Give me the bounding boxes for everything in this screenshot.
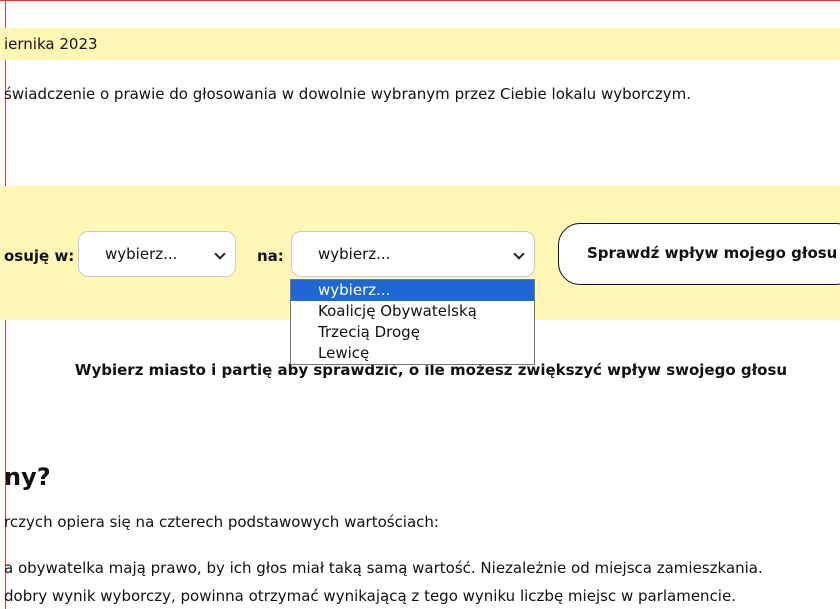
- dropdown-option[interactable]: Trzecią Drogę: [291, 322, 534, 343]
- check-impact-button[interactable]: Sprawdź wpływ mojego głosu: [558, 223, 840, 285]
- section-heading: ny?: [4, 463, 51, 491]
- party-select-value: wybierz...: [318, 245, 391, 263]
- date-banner-text: iernika 2023: [4, 35, 98, 53]
- dropdown-option[interactable]: Lewicę: [291, 343, 534, 364]
- party-label: na:: [257, 247, 284, 265]
- section-paragraph: dobry wynik wyborczy, powinna otrzymać w…: [4, 587, 736, 605]
- date-banner: iernika 2023: [0, 28, 840, 60]
- check-impact-button-label: Sprawdź wpływ mojego głosu: [587, 244, 838, 262]
- party-select[interactable]: wybierz...: [291, 231, 535, 277]
- section-paragraph: rczych opiera się na czterech podstawowy…: [4, 513, 439, 531]
- city-select[interactable]: wybierz...: [78, 231, 236, 277]
- city-label: osuję w:: [4, 247, 75, 265]
- chevron-down-icon: [214, 248, 226, 260]
- page-border-top: [0, 0, 840, 1]
- city-select-value: wybierz...: [105, 245, 178, 263]
- dropdown-option[interactable]: wybierz...: [291, 280, 534, 301]
- intro-text: świadczenie o prawie do głosowania w dow…: [4, 85, 692, 103]
- chevron-down-icon: [513, 248, 525, 260]
- dropdown-option[interactable]: Koalicję Obywatelską: [291, 301, 534, 322]
- party-dropdown-list: wybierz... Koalicję Obywatelską Trzecią …: [290, 279, 535, 365]
- section-paragraph: a obywatelka mają prawo, by ich głos mia…: [4, 559, 763, 577]
